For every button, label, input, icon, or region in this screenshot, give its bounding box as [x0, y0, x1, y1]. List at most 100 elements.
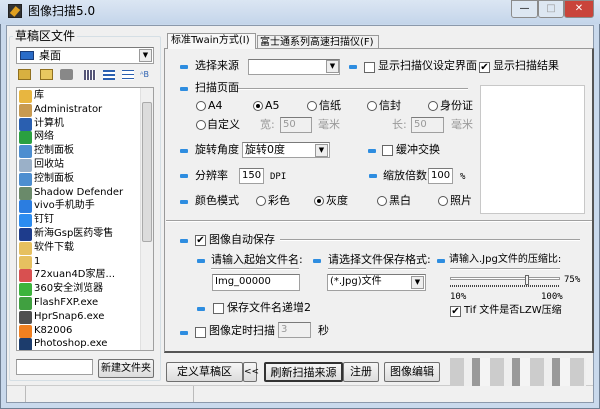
- radio-custom[interactable]: [196, 120, 206, 130]
- file-list-item[interactable]: HprSnap6.exe: [19, 310, 139, 324]
- radio-colors-0[interactable]: [256, 196, 266, 206]
- file-list-item[interactable]: 控制面板: [19, 172, 139, 186]
- file-list-item[interactable]: 新海Gsp医药零售: [19, 227, 139, 241]
- close-button[interactable]: ✕: [564, 0, 594, 18]
- file-list-item[interactable]: 网络: [19, 130, 139, 145]
- divider: [450, 268, 560, 270]
- buffer-label: 缓冲交换: [396, 143, 440, 156]
- rotate-dropdown[interactable]: 旋转0度 ▼: [242, 142, 330, 158]
- file-list-item[interactable]: vivo手机助手: [19, 199, 139, 214]
- auto-save-checkbox[interactable]: ✔: [195, 235, 206, 246]
- minimize-button[interactable]: —: [511, 0, 538, 18]
- radio-pages-1[interactable]: [253, 101, 263, 111]
- radio-colors-1[interactable]: [314, 196, 324, 206]
- chevron-down-icon[interactable]: ▼: [139, 49, 152, 62]
- file-list-item[interactable]: Photoshop.exe: [19, 337, 139, 350]
- file-name: K82006: [34, 324, 73, 336]
- chevron-down-icon[interactable]: ▼: [326, 60, 339, 73]
- radio-colors-2[interactable]: [377, 196, 387, 206]
- file-icon: [19, 172, 32, 186]
- file-list-scrollbar[interactable]: [140, 88, 153, 350]
- file-icon: [19, 117, 32, 131]
- tab-twain[interactable]: 标准Twain方式(I): [167, 33, 256, 49]
- blurred-region: [450, 358, 586, 386]
- print-icon[interactable]: [60, 69, 73, 80]
- sort-icon[interactable]: ᴬB: [140, 68, 149, 82]
- file-icon: [19, 103, 32, 117]
- up-folder-icon[interactable]: [18, 69, 31, 80]
- new-folder-button[interactable]: 新建文件夹: [98, 359, 154, 378]
- tif-lzw-checkbox[interactable]: ✔: [450, 306, 461, 317]
- file-icon: [19, 214, 32, 228]
- height-input[interactable]: 50: [411, 117, 444, 133]
- refresh-source-button[interactable]: 刷新扫描来源: [264, 362, 343, 382]
- file-icon: [19, 90, 32, 103]
- collapse-button[interactable]: <<: [243, 362, 259, 382]
- jpg-ratio-slider[interactable]: [450, 275, 560, 289]
- file-name: 回收站: [34, 159, 64, 170]
- radio-label: 彩色: [268, 194, 290, 207]
- image-edit-button[interactable]: 图像编辑: [384, 362, 440, 382]
- location-value: 桌面: [39, 49, 61, 62]
- file-list-item[interactable]: 控制面板: [19, 144, 139, 159]
- divider: [238, 88, 468, 90]
- radio-pages-2[interactable]: [307, 101, 317, 111]
- file-list-item[interactable]: Shadow Defender: [19, 186, 139, 200]
- width-input[interactable]: 50: [280, 117, 312, 133]
- zoom-label: 缩放倍数: [383, 169, 427, 182]
- file-list[interactable]: 库 Administrator 计算机 网络 控制面板 回收站 控制面板 Shadow Def…: [16, 87, 154, 351]
- radio-pages-3[interactable]: [367, 101, 377, 111]
- file-list-item[interactable]: 库: [19, 89, 139, 103]
- bullet-icon: [197, 307, 205, 311]
- slider-thumb[interactable]: [524, 275, 529, 285]
- open-folder-icon[interactable]: [40, 69, 53, 80]
- file-list-item[interactable]: Administrator: [19, 103, 139, 117]
- chevron-down-icon[interactable]: ▼: [411, 276, 424, 289]
- file-list-item[interactable]: FlashFXP.exe: [19, 296, 139, 310]
- scan-preview: [480, 85, 585, 214]
- file-icon: [19, 131, 32, 145]
- grid-view-icon[interactable]: [84, 70, 96, 80]
- file-list-item[interactable]: 软件下载: [19, 241, 139, 255]
- tif-lzw-label: Tif 文件是否LZW压缩: [464, 305, 562, 316]
- increment-checkbox[interactable]: [213, 303, 224, 314]
- source-label: 选择来源: [195, 59, 239, 72]
- register-button[interactable]: 注册: [343, 362, 379, 382]
- show-settings-checkbox[interactable]: [364, 62, 375, 73]
- bullet-icon: [437, 259, 445, 263]
- file-list-item[interactable]: 计算机: [19, 117, 139, 131]
- timer-checkbox[interactable]: [195, 327, 206, 338]
- file-list-item[interactable]: K82006: [19, 324, 139, 338]
- radio-label: 照片: [450, 194, 472, 207]
- new-folder-input[interactable]: [16, 359, 93, 375]
- location-dropdown[interactable]: 桌面 ▼: [16, 47, 154, 64]
- format-label: 请选择文件保存格式:: [328, 253, 431, 266]
- file-list-item[interactable]: 回收站: [19, 158, 139, 172]
- list-view-icon[interactable]: [103, 70, 115, 80]
- scrollbar-thumb[interactable]: [142, 102, 152, 242]
- timer-unit: 秒: [318, 324, 329, 337]
- custom-label: 自定义: [207, 118, 240, 131]
- radio-label: A4: [208, 99, 223, 112]
- dpi-unit: DPI: [270, 172, 287, 182]
- divider: [280, 239, 580, 241]
- timer-input[interactable]: 3: [278, 322, 311, 338]
- radio-pages-0[interactable]: [196, 101, 206, 111]
- radio-colors-3[interactable]: [438, 196, 448, 206]
- tab-fujitsu[interactable]: 富士通系列高速扫描仪(F): [257, 35, 379, 49]
- show-result-checkbox[interactable]: ✔: [479, 62, 490, 73]
- file-list-item[interactable]: 钉钉: [19, 213, 139, 228]
- file-list-item[interactable]: 72xuan4D家居...: [19, 268, 139, 283]
- chevron-down-icon[interactable]: ▼: [315, 144, 328, 157]
- start-name-input[interactable]: Img_00000: [212, 274, 300, 291]
- zoom-input[interactable]: 100: [428, 168, 453, 184]
- dpi-input[interactable]: 150: [239, 168, 264, 184]
- file-list-item[interactable]: 1: [19, 255, 139, 269]
- maximize-button[interactable]: □: [538, 0, 564, 18]
- format-dropdown[interactable]: (*.Jpg)文件 ▼: [327, 274, 426, 291]
- buffer-checkbox[interactable]: [382, 145, 393, 156]
- radio-pages-4[interactable]: [428, 101, 438, 111]
- define-drafts-button[interactable]: 定义草稿区: [166, 362, 243, 382]
- detail-view-icon[interactable]: [122, 70, 134, 80]
- file-list-item[interactable]: 360安全浏览器: [19, 282, 139, 297]
